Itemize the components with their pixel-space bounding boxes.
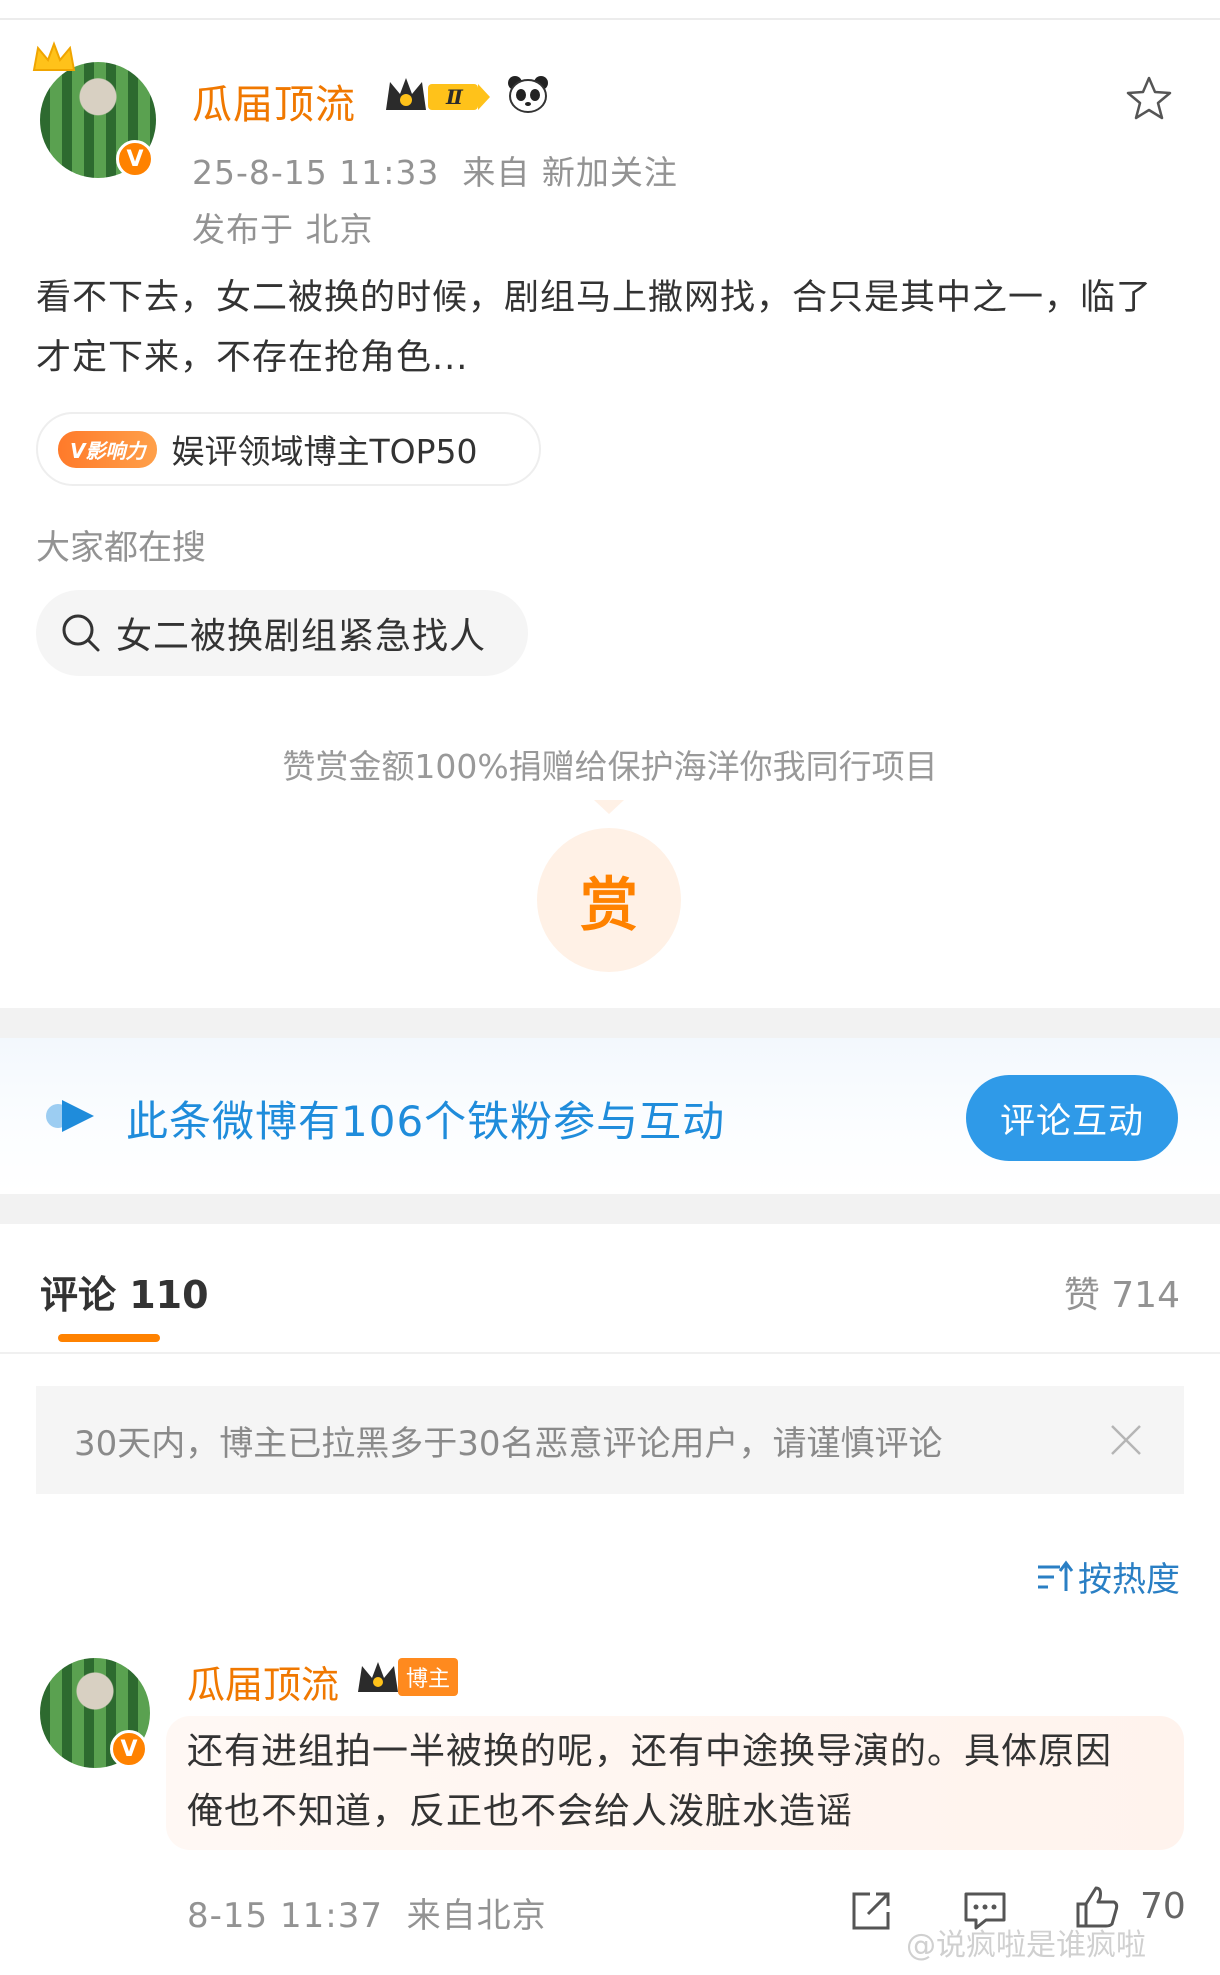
sort-icon [1038,1560,1074,1591]
verified-badge: V [110,1730,148,1768]
tab-comments[interactable]: 评论 110 [40,1264,209,1319]
reward-button[interactable]: 赏 [537,828,681,972]
author-badge: 博主 [354,1656,459,1698]
comment-text[interactable]: 还有进组拍一半被换的呢，还有中途换导演的。具体原因 俺也不知道，反正也不会给人泼… [187,1722,1167,1842]
post-source[interactable]: 来自 新加关注 [462,153,678,192]
fans-icon [46,1100,94,1132]
post-body[interactable]: 看不下去，女二被换的时候，剧组马上撒网找，合只是其中之一，临了才定下来，不存在抢… [36,268,1184,388]
tab-active-indicator [58,1334,160,1342]
panda-icon [508,76,548,113]
level-label: Ⅱ [445,85,464,109]
comment-interact-button[interactable]: 评论互动 [966,1075,1178,1161]
sort-label: 按热度 [1078,1560,1180,1600]
search-icon [62,614,100,652]
close-icon[interactable] [1108,1422,1144,1458]
verified-badge: V [116,140,154,178]
comment-time: 8-15 11:37 [187,1896,383,1936]
star-icon[interactable] [1124,74,1174,124]
trending-search-label: 大家都在搜 [36,528,206,568]
tab-likes[interactable]: 赞 714 [1064,1266,1180,1318]
author-badge-label: 博主 [398,1658,459,1696]
comment-notice-text: 30天内，博主已拉黑多于30名恶意评论用户，请谨慎评论 [74,1423,943,1464]
crown-level-icon: Ⅱ [386,78,490,110]
trending-search-chip[interactable]: 女二被换剧组紧急找人 [36,590,528,676]
reward-pointer [594,800,624,814]
section-divider [0,1194,1220,1224]
watermark: @说疯啦是谁疯啦 [906,1928,1146,1963]
post-meta: 25-8-15 11:33 来自 新加关注 [192,146,678,194]
author-name[interactable]: 瓜届顶流 [192,72,356,130]
influence-text: 娱评领域博主TOP50 [171,432,478,471]
post-location: 发布于 北京 [192,210,374,249]
commenter-name[interactable]: 瓜届顶流 [187,1654,339,1709]
comment-text-line: 还有进组拍一半被换的呢，还有中途换导演的。具体原因 [187,1731,1113,1772]
influence-tag[interactable]: V影响力 娱评领域博主TOP50 [36,412,541,486]
comment-notice: 30天内，博主已拉黑多于30名恶意评论用户，请谨慎评论 [36,1386,1184,1494]
share-icon[interactable] [848,1888,894,1934]
section-divider [0,1008,1220,1038]
comment-source: 来自北京 [406,1896,547,1936]
crown-icon [32,41,76,71]
trending-search-text: 女二被换剧组紧急找人 [116,616,487,657]
influence-badge: V影响力 [58,430,158,468]
comment-meta: 8-15 11:37 来自北京 [187,1888,547,1937]
post-timestamp: 25-8-15 11:33 [192,153,440,192]
comment-text-line: 俺也不知道，反正也不会给人泼脏水造谣 [187,1791,854,1832]
tab-divider [0,1352,1220,1354]
like-count: 70 [1140,1886,1186,1927]
fan-level-badge[interactable]: Ⅱ [382,72,494,118]
sort-toggle[interactable]: 按热度 [1034,1552,1180,1601]
top-divider [0,18,1220,20]
crown-level-icon [358,1662,398,1692]
fans-banner-text: 此条微博有106个铁粉参与互动 [126,1097,726,1146]
reward-note: 赞赏金额100%捐赠给保护海洋你我同行项目 [282,747,938,786]
